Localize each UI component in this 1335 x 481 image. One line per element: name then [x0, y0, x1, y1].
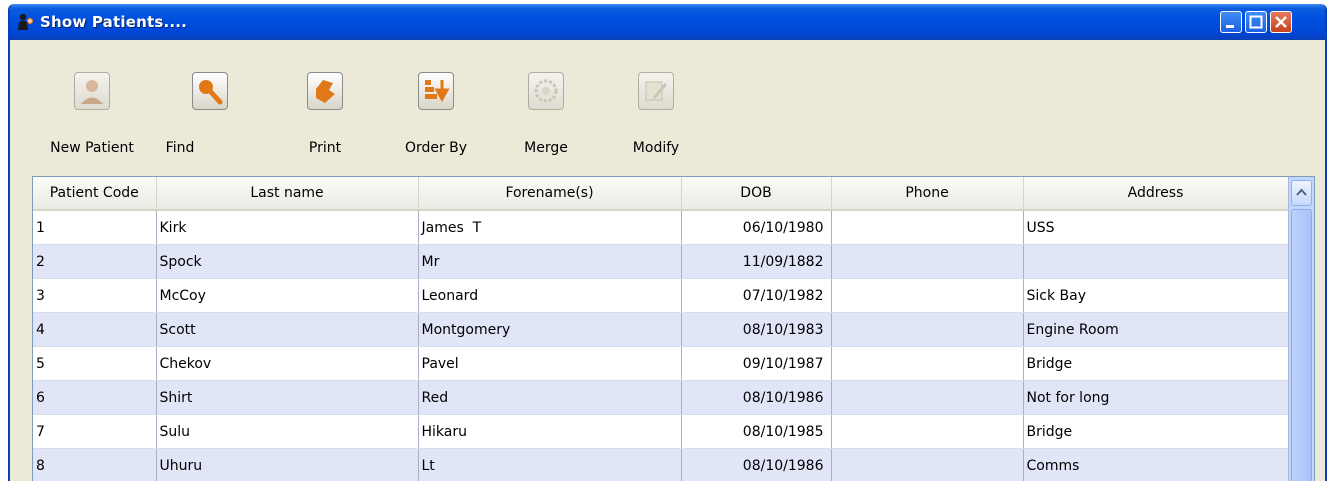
phone-cell [831, 244, 1024, 279]
forename-cell: Hikaru [418, 414, 682, 449]
forename-cell: Red [418, 380, 682, 415]
edit-icon [638, 72, 674, 110]
print-label: Print [308, 140, 342, 156]
address-cell: Sick Bay [1023, 278, 1289, 313]
last-name-cell: Sulu [156, 414, 419, 449]
phone-cell [831, 448, 1024, 481]
last-name-cell: Spock [156, 244, 419, 279]
address-cell: Engine Room [1023, 312, 1289, 347]
title-bar[interactable]: Show Patients.... [10, 4, 1325, 40]
table-row[interactable]: 5 Chekov Pavel 09/10/1987 Bridge [33, 346, 1289, 381]
column-header-dob[interactable]: DOB [681, 177, 832, 211]
last-name-cell: Chekov [156, 346, 419, 381]
dob-cell: 08/10/1983 [681, 312, 832, 347]
phone-cell [831, 312, 1024, 347]
dob-cell: 09/10/1987 [681, 346, 832, 381]
magnifier-icon [192, 72, 228, 110]
show-patients-window: Show Patients.... New Patient Find Print… [8, 4, 1327, 481]
dob-cell: 08/10/1986 [681, 380, 832, 415]
print-button[interactable]: Print [280, 72, 370, 162]
patient-code-cell: 5 [33, 346, 157, 381]
phone-cell [831, 346, 1024, 381]
new-patient-icon [74, 72, 110, 110]
dob-cell: 07/10/1982 [681, 278, 832, 313]
forename-cell: Pavel [418, 346, 682, 381]
table-row[interactable]: 7 Sulu Hikaru 08/10/1985 Bridge [33, 414, 1289, 449]
phone-cell [831, 380, 1024, 415]
forename-cell: James T [418, 210, 682, 245]
address-cell: Bridge [1023, 346, 1289, 381]
last-name-cell: Kirk [156, 210, 419, 245]
table-header-row: Patient Code Last name Forename(s) DOB P… [33, 177, 1289, 211]
modify-label: Modify [632, 140, 680, 156]
order-by-label: Order By [404, 140, 468, 156]
dob-cell: 11/09/1882 [681, 244, 832, 279]
last-name-cell: Shirt [156, 380, 419, 415]
new-patient-button[interactable]: New Patient [47, 72, 137, 162]
table-row[interactable]: 1 Kirk James T 06/10/1980 USS [33, 210, 1289, 245]
forename-cell: Lt [418, 448, 682, 481]
dob-cell: 06/10/1980 [681, 210, 832, 245]
close-button[interactable] [1270, 11, 1292, 33]
column-header-forenames[interactable]: Forename(s) [418, 177, 682, 211]
patients-table[interactable]: Patient Code Last name Forename(s) DOB P… [32, 176, 1315, 481]
last-name-cell: McCoy [156, 278, 419, 313]
find-label: Find [165, 140, 195, 156]
dob-cell: 08/10/1986 [681, 448, 832, 481]
address-cell [1023, 244, 1289, 279]
maximize-button[interactable] [1245, 11, 1267, 33]
patient-code-cell: 8 [33, 448, 157, 481]
modify-button[interactable]: Modify [611, 72, 701, 162]
window-title: Show Patients.... [40, 13, 188, 31]
merge-button[interactable]: Merge [501, 72, 591, 162]
address-cell: Not for long [1023, 380, 1289, 415]
column-header-patient-code[interactable]: Patient Code [33, 177, 157, 211]
sort-icon [418, 72, 454, 110]
find-button[interactable]: Find [165, 72, 255, 162]
new-patient-label: New Patient [50, 140, 134, 156]
patient-code-cell: 4 [33, 312, 157, 347]
merge-label: Merge [524, 140, 568, 156]
patient-code-cell: 3 [33, 278, 157, 313]
chevron-up-icon [1296, 188, 1307, 196]
minimize-button[interactable] [1220, 11, 1242, 33]
maximize-icon [1249, 15, 1263, 29]
patient-code-cell: 1 [33, 210, 157, 245]
table-row[interactable]: 3 McCoy Leonard 07/10/1982 Sick Bay [33, 278, 1289, 313]
patient-code-cell: 2 [33, 244, 157, 279]
forename-cell: Montgomery [418, 312, 682, 347]
scroll-thumb[interactable] [1291, 209, 1312, 481]
printer-icon [307, 72, 343, 110]
phone-cell [831, 414, 1024, 449]
column-header-phone[interactable]: Phone [831, 177, 1024, 211]
patient-code-cell: 7 [33, 414, 157, 449]
table-row[interactable]: 4 Scott Montgomery 08/10/1983 Engine Roo… [33, 312, 1289, 347]
phone-cell [831, 210, 1024, 245]
address-cell: Bridge [1023, 414, 1289, 449]
minimize-icon [1226, 25, 1234, 28]
forename-cell: Mr [418, 244, 682, 279]
table-row[interactable]: 8 Uhuru Lt 08/10/1986 Comms [33, 448, 1289, 481]
address-cell: USS [1023, 210, 1289, 245]
phone-cell [831, 278, 1024, 313]
dob-cell: 08/10/1985 [681, 414, 832, 449]
forename-cell: Leonard [418, 278, 682, 313]
merge-icon [528, 72, 564, 110]
vertical-scrollbar[interactable] [1288, 177, 1314, 481]
patient-app-icon [17, 13, 37, 31]
column-header-last-name[interactable]: Last name [156, 177, 419, 211]
last-name-cell: Scott [156, 312, 419, 347]
address-cell: Comms [1023, 448, 1289, 481]
table-row[interactable]: 2 Spock Mr 11/09/1882 [33, 244, 1289, 279]
table-row[interactable]: 6 Shirt Red 08/10/1986 Not for long [33, 380, 1289, 415]
order-by-button[interactable]: Order By [391, 72, 481, 162]
last-name-cell: Uhuru [156, 448, 419, 481]
patient-code-cell: 6 [33, 380, 157, 415]
column-header-address[interactable]: Address [1023, 177, 1289, 211]
close-icon [1275, 16, 1287, 28]
scroll-up-button[interactable] [1291, 180, 1312, 206]
